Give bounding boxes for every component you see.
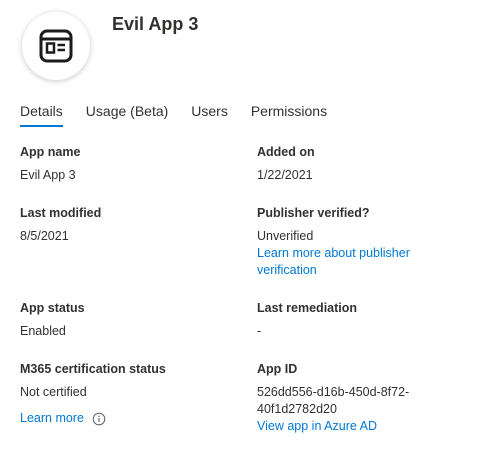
field-label: M365 certification status [20, 362, 166, 376]
field-value: 1/22/2021 [257, 168, 313, 182]
field-publisher-verified: Publisher verified? Unverified Learn mor… [257, 206, 477, 279]
app-icon [22, 12, 90, 80]
info-icon[interactable] [92, 412, 106, 426]
field-value: - [257, 324, 262, 338]
tab-permissions[interactable]: Permissions [251, 103, 327, 127]
field-app-status: App status Enabled [20, 301, 240, 340]
field-last-remediation: Last remediation - [257, 301, 477, 340]
certification-learn-more-row: Learn more [20, 410, 106, 427]
app-title: Evil App 3 [112, 14, 199, 34]
field-app-name: App name Evil App 3 [20, 145, 240, 184]
field-label: Added on [257, 145, 315, 159]
field-value: Not certified [20, 385, 87, 399]
app-id-value-line: 40f1d2782d20 [257, 402, 337, 416]
field-label: Last modified [20, 206, 102, 220]
field-last-modified: Last modified 8/5/2021 [20, 206, 240, 245]
tab-bar: Details Usage (Beta) Users Permissions [20, 103, 350, 127]
field-added-on: Added on 1/22/2021 [257, 145, 477, 184]
link-line: verification [257, 263, 317, 277]
field-value: Evil App 3 [20, 168, 76, 182]
field-m365-certification: M365 certification status Not certified [20, 362, 240, 401]
field-value: Enabled [20, 324, 66, 338]
learn-more-link[interactable]: Learn more [20, 410, 84, 427]
view-in-azure-ad-link[interactable]: View app in Azure AD [257, 418, 477, 435]
field-label: Last remediation [257, 301, 358, 315]
field-value: 8/5/2021 [20, 229, 69, 243]
tab-details[interactable]: Details [20, 103, 63, 127]
tab-usage[interactable]: Usage (Beta) [86, 103, 168, 127]
field-label: App name [20, 145, 81, 159]
field-label: Publisher verified? [257, 206, 370, 220]
tab-users[interactable]: Users [191, 103, 228, 127]
field-value: Unverified [257, 229, 314, 243]
app-window-icon [39, 29, 73, 63]
app-id-value-line: 526dd556-d16b-450d-8f72- [257, 385, 410, 399]
field-label: App ID [257, 362, 298, 376]
field-app-id: App ID 526dd556-d16b-450d-8f72- 40f1d278… [257, 362, 477, 435]
link-line: Learn more about publisher [257, 246, 410, 260]
publisher-verification-link[interactable]: Learn more about publisher verification [257, 245, 477, 279]
field-label: App status [20, 301, 85, 315]
